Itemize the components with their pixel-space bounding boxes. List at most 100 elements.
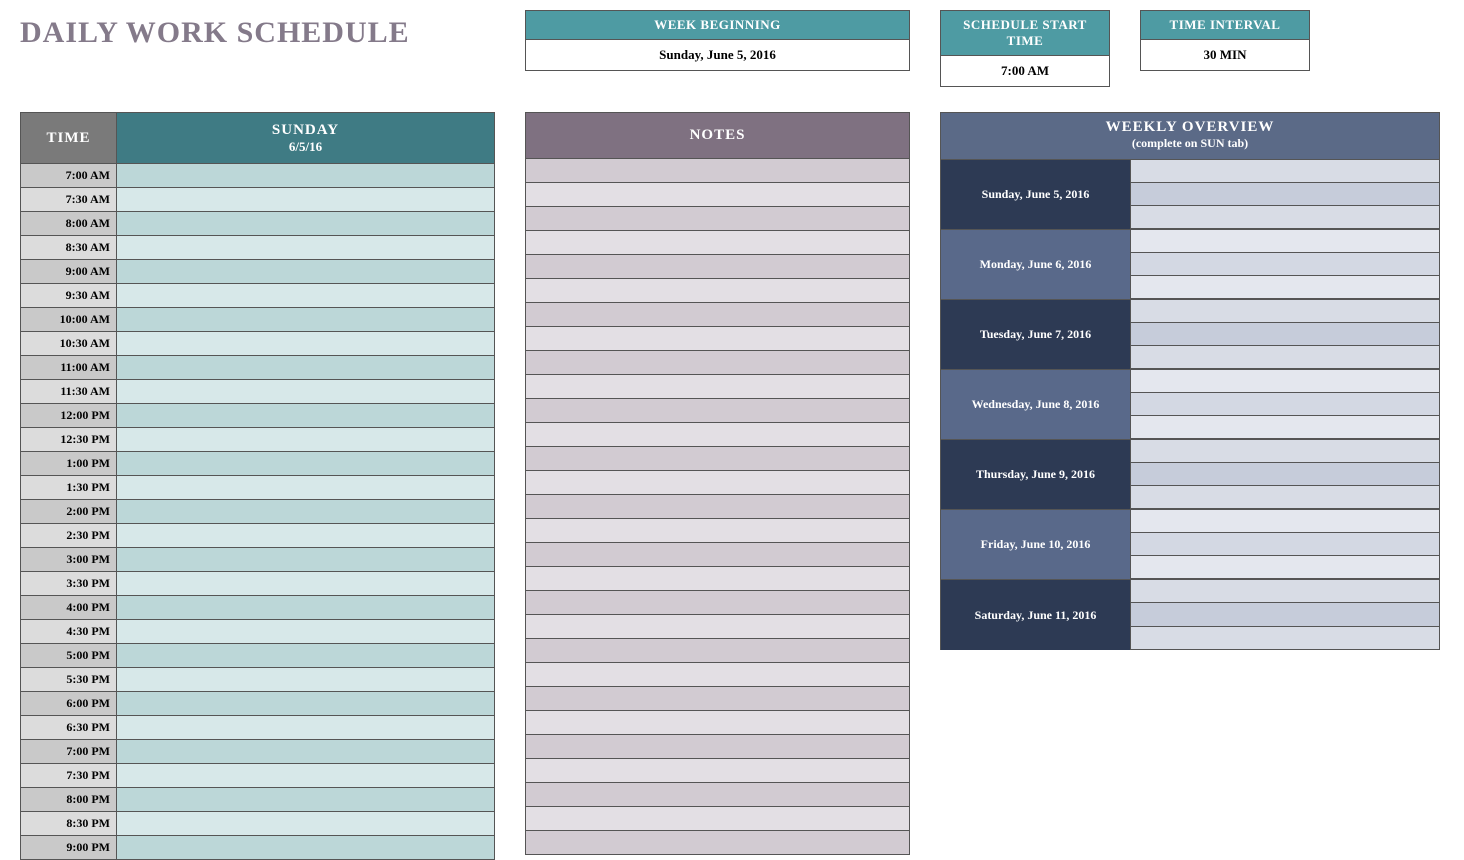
notes-row[interactable] <box>526 255 909 279</box>
schedule-entry-cell[interactable] <box>117 380 494 403</box>
schedule-entry-cell[interactable] <box>117 620 494 643</box>
schedule-time-cell: 11:30 AM <box>21 380 117 403</box>
overview-entry-cell[interactable] <box>1131 627 1439 650</box>
schedule-entry-cell[interactable] <box>117 428 494 451</box>
overview-entry-cell[interactable] <box>1131 230 1439 253</box>
notes-row[interactable] <box>526 519 909 543</box>
schedule-entry-cell[interactable] <box>117 596 494 619</box>
notes-row[interactable] <box>526 231 909 255</box>
overview-day-label: Sunday, June 5, 2016 <box>941 160 1131 229</box>
overview-entry-cell[interactable] <box>1131 580 1439 603</box>
notes-row[interactable] <box>526 663 909 687</box>
overview-entry-cell[interactable] <box>1131 510 1439 533</box>
overview-entry-cell[interactable] <box>1131 370 1439 393</box>
notes-row[interactable] <box>526 303 909 327</box>
schedule-header-time: TIME <box>21 113 117 164</box>
overview-entry-cell[interactable] <box>1131 416 1439 439</box>
schedule-entry-cell[interactable] <box>117 476 494 499</box>
notes-row[interactable] <box>526 471 909 495</box>
week-beginning-value[interactable]: Sunday, June 5, 2016 <box>526 39 909 70</box>
overview-entry-cell[interactable] <box>1131 533 1439 556</box>
notes-row[interactable] <box>526 759 909 783</box>
overview-entry-cell[interactable] <box>1131 556 1439 579</box>
schedule-row: 5:30 PM <box>21 668 494 692</box>
notes-row[interactable] <box>526 423 909 447</box>
schedule-entry-cell[interactable] <box>117 452 494 475</box>
schedule-entry-cell[interactable] <box>117 236 494 259</box>
schedule-entry-cell[interactable] <box>117 308 494 331</box>
overview-entry-cell[interactable] <box>1131 486 1439 509</box>
schedule-entry-cell[interactable] <box>117 356 494 379</box>
schedule-entry-cell[interactable] <box>117 212 494 235</box>
schedule-entry-cell[interactable] <box>117 668 494 691</box>
schedule-time-cell: 9:00 AM <box>21 260 117 283</box>
schedule-entry-cell[interactable] <box>117 644 494 667</box>
notes-row[interactable] <box>526 687 909 711</box>
overview-entry-cell[interactable] <box>1131 183 1439 206</box>
schedule-entry-cell[interactable] <box>117 788 494 811</box>
notes-row[interactable] <box>526 183 909 207</box>
schedule-time-cell: 3:30 PM <box>21 572 117 595</box>
schedule-entry-cell[interactable] <box>117 500 494 523</box>
time-interval-label: TIME INTERVAL <box>1141 11 1309 39</box>
notes-row[interactable] <box>526 615 909 639</box>
notes-row[interactable] <box>526 807 909 831</box>
overview-entry-cell[interactable] <box>1131 603 1439 626</box>
notes-row[interactable] <box>526 279 909 303</box>
schedule-entry-cell[interactable] <box>117 188 494 211</box>
schedule-header-date: 6/5/16 <box>121 139 490 155</box>
schedule-entry-cell[interactable] <box>117 692 494 715</box>
schedule-time-cell: 4:30 PM <box>21 620 117 643</box>
schedule-entry-cell[interactable] <box>117 812 494 835</box>
overview-entry-cell[interactable] <box>1131 300 1439 323</box>
schedule-row: 9:30 AM <box>21 284 494 308</box>
notes-row[interactable] <box>526 591 909 615</box>
schedule-entry-cell[interactable] <box>117 332 494 355</box>
overview-row: Wednesday, June 8, 2016 <box>941 370 1439 440</box>
time-interval-box: TIME INTERVAL 30 MIN <box>1140 10 1310 71</box>
schedule-start-time-value[interactable]: 7:00 AM <box>941 55 1109 86</box>
schedule-entry-cell[interactable] <box>117 764 494 787</box>
notes-row[interactable] <box>526 375 909 399</box>
notes-row[interactable] <box>526 327 909 351</box>
overview-entry-cell[interactable] <box>1131 393 1439 416</box>
overview-entry-cell[interactable] <box>1131 346 1439 369</box>
schedule-entry-cell[interactable] <box>117 716 494 739</box>
week-beginning-label: WEEK BEGINNING <box>526 11 909 39</box>
schedule-entry-cell[interactable] <box>117 836 494 859</box>
schedule-time-cell: 8:30 AM <box>21 236 117 259</box>
notes-row[interactable] <box>526 399 909 423</box>
overview-entry-cell[interactable] <box>1131 276 1439 299</box>
overview-row: Tuesday, June 7, 2016 <box>941 300 1439 370</box>
notes-row[interactable] <box>526 639 909 663</box>
overview-entry-cell[interactable] <box>1131 206 1439 229</box>
notes-row[interactable] <box>526 207 909 231</box>
overview-entry-cell[interactable] <box>1131 253 1439 276</box>
schedule-entry-cell[interactable] <box>117 740 494 763</box>
notes-row[interactable] <box>526 567 909 591</box>
schedule-entry-cell[interactable] <box>117 548 494 571</box>
schedule-entry-cell[interactable] <box>117 284 494 307</box>
overview-entry-cell[interactable] <box>1131 160 1439 183</box>
notes-row[interactable] <box>526 783 909 807</box>
schedule-row: 7:30 AM <box>21 188 494 212</box>
notes-row[interactable] <box>526 735 909 759</box>
notes-row[interactable] <box>526 711 909 735</box>
notes-row[interactable] <box>526 495 909 519</box>
schedule-time-cell: 10:00 AM <box>21 308 117 331</box>
schedule-entry-cell[interactable] <box>117 404 494 427</box>
notes-row[interactable] <box>526 543 909 567</box>
schedule-entry-cell[interactable] <box>117 260 494 283</box>
schedule-entry-cell[interactable] <box>117 524 494 547</box>
notes-row[interactable] <box>526 447 909 471</box>
overview-entry-cell[interactable] <box>1131 440 1439 463</box>
notes-row[interactable] <box>526 831 909 855</box>
schedule-entry-cell[interactable] <box>117 164 494 187</box>
overview-entry-cell[interactable] <box>1131 463 1439 486</box>
time-interval-value[interactable]: 30 MIN <box>1141 39 1309 70</box>
notes-row[interactable] <box>526 159 909 183</box>
schedule-entry-cell[interactable] <box>117 572 494 595</box>
notes-row[interactable] <box>526 351 909 375</box>
overview-entry-cell[interactable] <box>1131 323 1439 346</box>
schedule-time-cell: 3:00 PM <box>21 548 117 571</box>
